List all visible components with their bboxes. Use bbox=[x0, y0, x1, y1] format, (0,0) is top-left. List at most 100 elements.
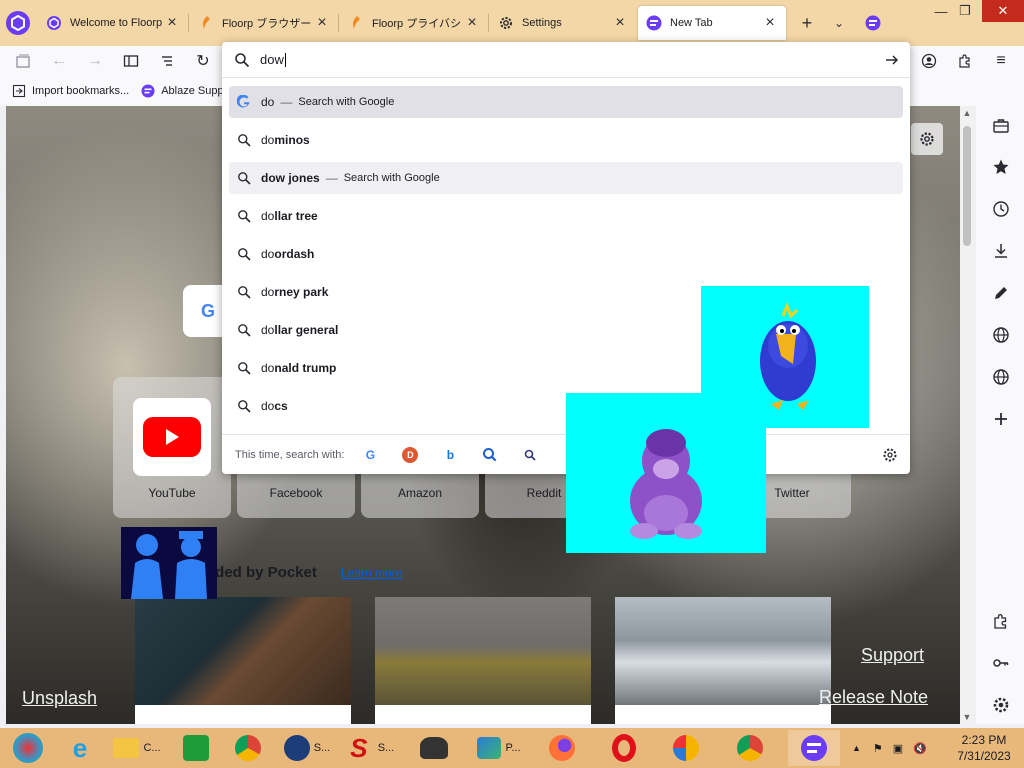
taskbar-app-store[interactable] bbox=[174, 730, 218, 766]
taskbar-app-chrome-2[interactable] bbox=[728, 730, 772, 766]
page-scrollbar[interactable]: ▲ ▼ bbox=[960, 106, 974, 724]
sidebar-web-panel-button[interactable] bbox=[990, 324, 1012, 346]
floorp-menu-button[interactable] bbox=[6, 11, 30, 35]
taskbar-app-ie[interactable]: e bbox=[58, 730, 102, 766]
taskbar-app-explorer[interactable]: C... bbox=[108, 730, 166, 766]
app-menu-button[interactable]: ≡ bbox=[990, 50, 1012, 72]
opera-icon bbox=[612, 734, 636, 762]
sidebar-button[interactable] bbox=[120, 50, 142, 72]
close-tab-icon[interactable]: × bbox=[612, 15, 628, 31]
top-site-thumbnail bbox=[133, 398, 211, 476]
suggestion-completion: llar tree bbox=[274, 209, 318, 223]
close-tab-icon[interactable]: × bbox=[762, 15, 778, 31]
floorp-toolbar-button[interactable] bbox=[862, 12, 884, 34]
sidebar-settings-button[interactable] bbox=[990, 694, 1012, 716]
suggestion-item[interactable]: dow jones — Search with Google bbox=[229, 162, 903, 194]
volume-muted-icon[interactable]: 🔇 bbox=[913, 742, 927, 755]
forward-button[interactable]: → bbox=[84, 50, 106, 72]
pocket-heading: nded by Pocket bbox=[206, 564, 317, 581]
close-icon: ✕ bbox=[997, 3, 1009, 18]
pocket-story-card[interactable] bbox=[615, 597, 831, 724]
url-input[interactable]: dow bbox=[222, 42, 910, 78]
reload-button[interactable]: ↻ bbox=[192, 50, 214, 72]
pocket-learn-more-link[interactable]: Learn more bbox=[341, 566, 402, 580]
search-icon[interactable] bbox=[482, 447, 498, 463]
sidebar-add-panel-button[interactable] bbox=[990, 408, 1012, 430]
network-icon[interactable]: ▣ bbox=[893, 742, 903, 755]
unsplash-link[interactable]: Unsplash bbox=[22, 688, 97, 709]
buddies-overlay[interactable] bbox=[121, 527, 217, 599]
sidebar-notes-button[interactable] bbox=[990, 282, 1012, 304]
close-window-button[interactable]: ✕ bbox=[982, 0, 1024, 22]
taskbar-clock[interactable]: 2:23 PM 7/31/2023 bbox=[952, 732, 1016, 764]
tree-tabs-button[interactable] bbox=[156, 50, 178, 72]
chevron-up-icon[interactable]: ▲ bbox=[852, 743, 861, 753]
top-site-youtube[interactable]: YouTube bbox=[113, 377, 231, 518]
google-icon[interactable]: G bbox=[362, 447, 378, 463]
bookmark-import[interactable]: Import bookmarks... bbox=[12, 84, 129, 98]
sidebar-briefcase-button[interactable] bbox=[990, 115, 1012, 137]
taskbar-app-secure[interactable] bbox=[664, 730, 708, 766]
taskbar-app-opera[interactable] bbox=[602, 730, 646, 766]
bing-icon[interactable]: b bbox=[442, 447, 458, 463]
sidebar-bookmarks-button[interactable] bbox=[990, 156, 1012, 178]
restore-button[interactable]: ❐ bbox=[950, 0, 980, 22]
suggestion-item[interactable]: do llar tree bbox=[229, 200, 903, 232]
tab-floorp-browser[interactable]: Floorp ブラウザー × bbox=[190, 6, 338, 40]
sidebar-passwords-button[interactable] bbox=[990, 652, 1012, 674]
suggestion-item[interactable]: do ordash bbox=[229, 238, 903, 270]
list-tabs-button[interactable]: ⌄ bbox=[828, 12, 850, 34]
extensions-button[interactable] bbox=[954, 50, 976, 72]
bookmark-label: Import bookmarks... bbox=[32, 85, 130, 97]
pocket-story-card[interactable] bbox=[135, 597, 351, 724]
tab-welcome[interactable]: Welcome to Floorp ! × bbox=[38, 6, 188, 40]
new-tab-button[interactable]: + bbox=[796, 12, 818, 34]
sidebar-web-panel-button[interactable] bbox=[990, 366, 1012, 388]
sidebar-toggle-button[interactable] bbox=[12, 50, 34, 72]
suggestion-item[interactable]: do — Search with Google bbox=[229, 86, 903, 118]
sidebar-addons-button[interactable] bbox=[990, 610, 1012, 632]
taskbar-app-chrome[interactable] bbox=[226, 730, 270, 766]
flag-icon[interactable]: ⚑ bbox=[873, 742, 883, 755]
taskbar-app-start[interactable] bbox=[8, 730, 48, 766]
tab-settings[interactable]: Settings × bbox=[490, 6, 636, 40]
customize-button[interactable] bbox=[911, 123, 943, 155]
suggestion-completion: nald trump bbox=[274, 361, 337, 375]
pocket-story-card[interactable] bbox=[375, 597, 591, 724]
animated-monkey-overlay[interactable] bbox=[566, 393, 766, 553]
arrow-right-icon[interactable] bbox=[884, 52, 900, 68]
taskbar-app-robot[interactable] bbox=[412, 730, 456, 766]
close-tab-icon[interactable]: × bbox=[314, 15, 330, 31]
support-link[interactable]: Support bbox=[861, 645, 924, 666]
taskbar-app-s[interactable]: S S... bbox=[340, 730, 398, 766]
minimize-icon: — bbox=[934, 3, 948, 19]
tab-floorp-privacy[interactable]: Floorp プライバシ × bbox=[340, 6, 488, 40]
taskbar-app-floorp[interactable] bbox=[788, 730, 840, 766]
release-note-link[interactable]: Release Note bbox=[819, 687, 928, 708]
taskbar-app-search[interactable]: S... bbox=[278, 730, 336, 766]
taskbar-app-firefox[interactable] bbox=[540, 730, 584, 766]
suggestion-item[interactable]: do minos bbox=[229, 124, 903, 156]
scroll-down-icon[interactable]: ▼ bbox=[960, 710, 974, 724]
duckduckgo-icon[interactable]: D bbox=[402, 446, 419, 463]
sidebar-downloads-button[interactable] bbox=[990, 240, 1012, 262]
clock-date: 7/31/2023 bbox=[957, 749, 1011, 763]
taskbar-app-picture[interactable]: P... bbox=[470, 730, 528, 766]
floorp-flame-icon bbox=[353, 16, 360, 29]
story-footer bbox=[615, 705, 831, 724]
wikipedia-icon[interactable] bbox=[522, 447, 538, 463]
sidebar-history-button[interactable] bbox=[990, 198, 1012, 220]
account-icon bbox=[921, 53, 937, 69]
suggestion-completion: ordash bbox=[274, 247, 315, 261]
tab-new-tab[interactable]: New Tab × bbox=[638, 6, 786, 40]
chrome-icon bbox=[737, 735, 763, 761]
scroll-thumb[interactable] bbox=[963, 126, 971, 246]
account-button[interactable] bbox=[918, 50, 940, 72]
close-tab-icon[interactable]: × bbox=[464, 15, 480, 31]
suggestion-action: Search with Google bbox=[298, 96, 395, 108]
gear-icon[interactable] bbox=[882, 447, 898, 463]
back-button[interactable]: ← bbox=[48, 50, 70, 72]
plus-icon: + bbox=[801, 12, 813, 33]
close-tab-icon[interactable]: × bbox=[164, 15, 180, 31]
scroll-up-icon[interactable]: ▲ bbox=[960, 106, 974, 120]
